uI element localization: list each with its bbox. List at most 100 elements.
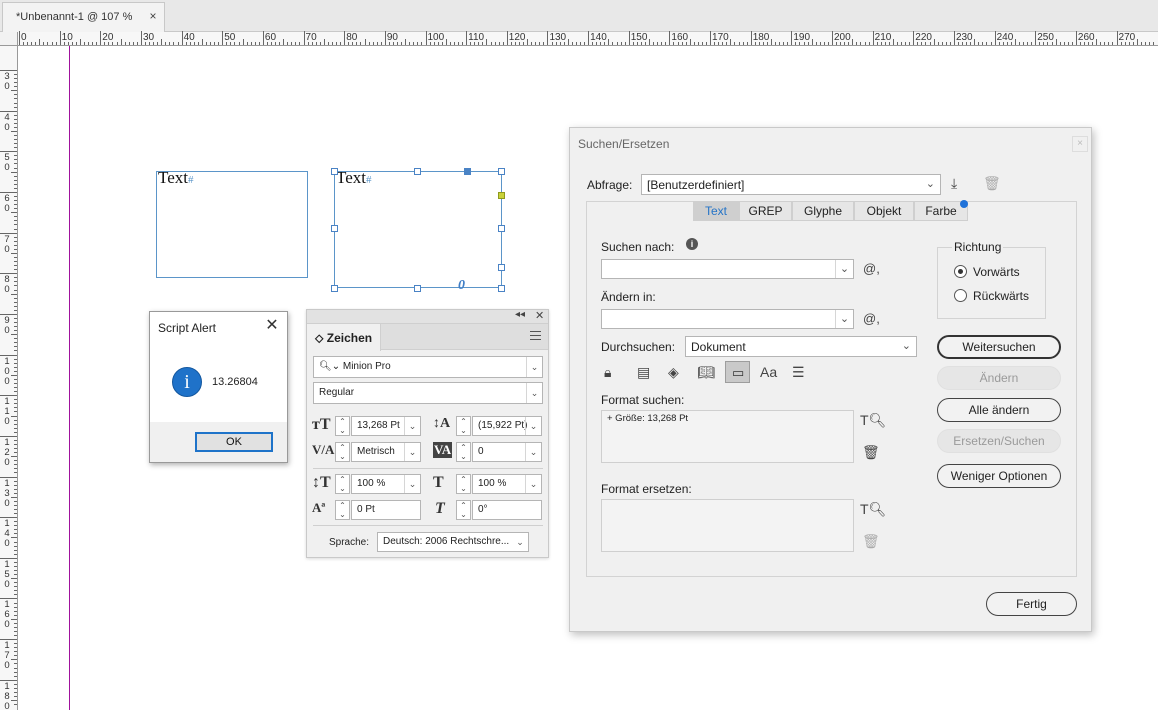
tab-color-indicator <box>960 200 968 208</box>
dialog-title-bar[interactable]: Suchen/Ersetzen × <box>570 128 1091 159</box>
include-footnotes-icon[interactable]: ▭ <box>725 361 750 383</box>
baseline-shift-stepper[interactable]: ⌃ ⌄ <box>335 500 350 520</box>
change-find-button[interactable]: Ersetzen/Suchen <box>937 429 1061 453</box>
kerning-stepper[interactable]: ⌃ ⌄ <box>335 442 350 462</box>
tab-grep[interactable]: GREP <box>739 201 792 221</box>
selection-handle-bc[interactable] <box>414 285 421 292</box>
content-grabber-handle[interactable] <box>498 192 505 199</box>
close-icon[interactable]: ✕ <box>263 316 281 336</box>
save-query-icon[interactable]: ⤓ <box>951 175 957 192</box>
tab-zeichen[interactable]: ⬦ Zeichen <box>307 324 381 351</box>
text-frame-2-selected[interactable]: Text# <box>334 168 502 288</box>
ruler-origin-corner[interactable] <box>0 32 18 46</box>
ruler-tick <box>189 42 191 45</box>
include-master-pages-icon[interactable]: 📖︎ <box>697 364 715 381</box>
radio-forward[interactable] <box>954 265 967 278</box>
specify-change-format-icon[interactable]: T🔍︎ <box>860 501 886 518</box>
fewer-options-button[interactable]: Weniger Optionen <box>937 464 1061 488</box>
close-icon[interactable]: × <box>1072 136 1088 152</box>
chevron-down-icon: ⌄ <box>516 537 524 547</box>
clear-find-format-icon[interactable]: 🗑︎ <box>862 444 880 461</box>
collapse-panel-icon[interactable]: ◂◂ <box>515 309 525 320</box>
vertical-scale-stepper[interactable]: ⌃ ⌄ <box>335 474 350 494</box>
ruler-tick <box>279 42 281 45</box>
change-button[interactable]: Ändern <box>937 366 1061 390</box>
out-port-overset-icon[interactable]: 0 <box>458 278 465 294</box>
selection-handle-mr[interactable] <box>498 225 505 232</box>
panel-menu-icon[interactable] <box>530 331 541 340</box>
ruler-label: 30 <box>4 71 10 92</box>
radio-backward[interactable] <box>954 289 967 302</box>
ruler-tick <box>14 285 17 287</box>
change-all-button[interactable]: Alle ändern <box>937 398 1061 422</box>
language-value: Deutsch: 2006 Rechtschre... <box>383 536 510 547</box>
done-button[interactable]: Fertig <box>986 592 1077 616</box>
horizontal-ruler[interactable]: 0 10 20 30 40 50 60 70 80 90 100 110 120 130 140 150 160… <box>0 31 1158 46</box>
font-family-select[interactable]: 🔍︎⌄ Minion Pro ⌄ <box>313 356 543 378</box>
ruler-tick <box>14 460 17 462</box>
tracking-stepper[interactable]: ⌃ ⌄ <box>456 442 471 462</box>
ruler-tick <box>39 39 41 45</box>
ruler-tick <box>758 42 760 45</box>
ruler-tick <box>949 42 951 45</box>
baseline-shift-field[interactable]: 0 Pt <box>351 500 421 520</box>
document-tab[interactable]: *Unbenannt-1 @ 107 % × <box>2 2 165 32</box>
change-format-box[interactable] <box>601 499 854 552</box>
kerning-field[interactable]: Metrisch ⌄ <box>351 442 421 462</box>
vertical-ruler[interactable]: 30 40 50 60 70 80 90 100 110 120 130 140 150 160 170 18… <box>0 46 18 711</box>
vertical-scale-field[interactable]: 100 % ⌄ <box>351 474 421 494</box>
change-to-input[interactable]: ⌄ <box>601 309 854 329</box>
ruler-tick <box>856 42 858 45</box>
query-select[interactable]: [Benutzerdefiniert] ⌄ <box>641 174 941 195</box>
ruler-tick <box>14 509 17 511</box>
ruler-tick <box>453 42 455 45</box>
skew-stepper[interactable]: ⌃ ⌄ <box>456 500 471 520</box>
text-frame-1[interactable]: Text# <box>156 168 308 278</box>
ok-button[interactable]: OK <box>195 432 273 452</box>
specify-find-format-icon[interactable]: T🔍︎ <box>860 412 886 429</box>
whole-word-icon[interactable]: ☰ <box>792 364 805 381</box>
find-next-button[interactable]: Weitersuchen <box>937 335 1061 359</box>
font-size-stepper[interactable]: ⌃ ⌄ <box>335 416 350 436</box>
language-select[interactable]: Deutsch: 2006 Rechtschre... ⌄ <box>377 532 529 552</box>
selection-handle-tr[interactable] <box>498 168 505 175</box>
selection-handle-tc[interactable] <box>414 168 421 175</box>
special-chars-find-icon[interactable]: @, <box>863 261 880 276</box>
selection-handle-ml[interactable] <box>331 225 338 232</box>
ruler-tick <box>14 220 17 222</box>
skew-field[interactable]: 0° <box>472 500 542 520</box>
tab-object[interactable]: Objekt <box>854 201 914 221</box>
selection-handle-tl[interactable] <box>331 168 338 175</box>
ruler-tick <box>104 42 106 45</box>
ruler-tick <box>1018 42 1020 45</box>
find-format-box[interactable]: + Größe: 13,268 Pt <box>601 410 854 463</box>
selection-handle-bl[interactable] <box>331 285 338 292</box>
find-what-input[interactable]: ⌄ <box>601 259 854 279</box>
font-size-field[interactable]: 13,268 Pt ⌄ <box>351 416 421 436</box>
include-hidden-layers-icon[interactable]: ◈ <box>668 364 679 381</box>
panel-top-bar[interactable]: ◂◂ ✕ <box>307 309 548 324</box>
search-in-select[interactable]: Dokument ⌄ <box>685 336 917 357</box>
ruler-tick <box>185 42 187 45</box>
find-format-label: Format suchen: <box>601 393 685 407</box>
case-sensitive-icon[interactable]: Aa <box>760 364 777 380</box>
special-chars-change-icon[interactable]: @, <box>863 311 880 326</box>
tab-text[interactable]: Text <box>693 201 739 221</box>
leading-stepper[interactable]: ⌃ ⌄ <box>456 416 471 436</box>
include-locked-layers-icon[interactable]: 🔒︎ <box>604 364 611 381</box>
selection-handle-br[interactable] <box>498 285 505 292</box>
document-tab-close-icon[interactable]: × <box>145 7 161 25</box>
horizontal-scale-stepper[interactable]: ⌃ ⌄ <box>456 474 471 494</box>
include-locked-stories-icon[interactable]: ▤ <box>637 364 650 381</box>
horizontal-scale-field[interactable]: 100 % ⌄ <box>472 474 542 494</box>
info-icon[interactable]: i <box>686 238 698 250</box>
tab-glyph[interactable]: Glyphe <box>792 201 854 221</box>
leading-field[interactable]: (15,922 Pt) ⌄ <box>472 416 542 436</box>
ruler-tick <box>14 647 17 649</box>
tracking-field[interactable]: 0 ⌄ <box>472 442 542 462</box>
font-style-select[interactable]: Regular ⌄ <box>313 382 543 404</box>
selection-handle-mr2[interactable] <box>498 264 505 271</box>
ruler-tick <box>157 42 159 45</box>
close-panel-icon[interactable]: ✕ <box>535 309 544 322</box>
in-port-handle[interactable] <box>464 168 471 175</box>
